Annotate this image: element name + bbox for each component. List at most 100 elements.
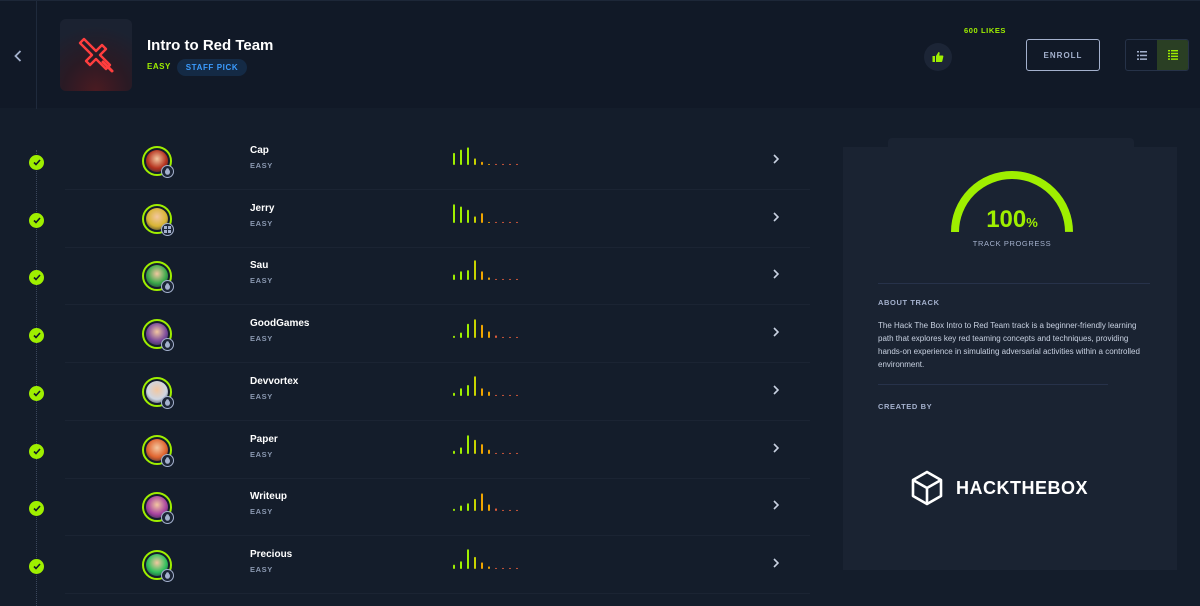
rating-bar (495, 394, 497, 396)
rating-bar (481, 493, 483, 512)
linux-os-icon (161, 568, 174, 582)
machine-row[interactable]: Sau EASY (0, 247, 810, 306)
rating-bar (488, 331, 490, 339)
completed-check-icon (29, 328, 44, 344)
chevron-right-icon[interactable] (771, 441, 781, 455)
rating-bar (460, 505, 462, 512)
machine-difficulty: EASY (250, 276, 273, 286)
machine-row[interactable]: Jerry EASY (0, 190, 810, 248)
hackthebox-logo[interactable]: HACKTHEBOX (910, 470, 1088, 506)
rating-bar (467, 434, 469, 454)
rating-bar (502, 163, 504, 165)
list-view-button[interactable] (1126, 40, 1157, 70)
machine-avatar (142, 549, 174, 582)
completed-check-icon (29, 501, 44, 517)
rating-bar (481, 212, 483, 223)
machine-name: Writeup (250, 491, 288, 503)
machine-avatar (142, 319, 174, 352)
likes-count: 600 LIKES (963, 26, 1007, 35)
rating-bar (516, 510, 518, 512)
completed-check-icon (29, 443, 44, 459)
machine-row[interactable]: GoodGames EASY (0, 305, 810, 364)
machine-name: Precious (250, 548, 293, 560)
rating-bar (453, 450, 455, 454)
rating-bar (460, 206, 462, 223)
rating-bar (481, 388, 483, 396)
machine-name: Paper (250, 433, 278, 445)
machine-row[interactable]: Paper EASY (0, 421, 810, 479)
rating-bar (474, 260, 476, 281)
rating-bar (516, 221, 518, 223)
rating-bar (502, 452, 504, 454)
track-progress-label: TRACK PROGRESS (972, 239, 1052, 248)
rating-bar (495, 452, 497, 454)
machine-row[interactable]: Precious EASY (0, 536, 810, 594)
machine-name: GoodGames (250, 318, 310, 330)
rating-bar (495, 163, 497, 165)
rating-bar (453, 335, 455, 339)
rating-bar (509, 510, 511, 512)
machine-row[interactable]: Devvortex EASY (0, 363, 810, 421)
rating-bar (474, 216, 476, 223)
staff-pick-badge: STAFF PICK (177, 59, 247, 76)
machine-row[interactable]: Writeup EASY (0, 478, 810, 537)
chevron-right-icon[interactable] (771, 498, 781, 512)
difficulty-rating-chart (453, 260, 518, 281)
machine-difficulty: EASY (250, 218, 273, 228)
rating-bar (516, 452, 518, 454)
back-column (0, 1, 37, 109)
chevron-right-icon[interactable] (771, 383, 781, 397)
thumbs-up-icon (932, 52, 944, 62)
rating-bar (488, 449, 490, 454)
divider (878, 283, 1150, 284)
windows-os-icon (161, 222, 174, 236)
rating-bar (495, 567, 497, 569)
enroll-button[interactable]: ENROLL (1026, 39, 1100, 71)
rating-bar (460, 149, 462, 165)
rating-bar (509, 163, 511, 165)
machine-difficulty: EASY (250, 161, 273, 170)
rating-bar (488, 504, 490, 512)
chevron-right-icon[interactable] (771, 556, 781, 570)
linux-os-icon (161, 395, 174, 409)
rating-bar (502, 221, 504, 223)
completed-check-icon (29, 155, 44, 170)
created-by-heading: CREATED BY (878, 402, 933, 411)
rating-bar (502, 394, 504, 396)
rating-bar (467, 384, 469, 396)
like-button[interactable] (924, 43, 952, 71)
detailed-list-view-button[interactable] (1157, 40, 1188, 70)
machine-difficulty: EASY (250, 391, 273, 401)
completed-check-icon (29, 212, 44, 228)
machine-difficulty: EASY (250, 564, 273, 574)
rating-bar (516, 163, 518, 165)
rating-bar (495, 508, 497, 512)
rating-bar (460, 561, 462, 569)
view-toggle (1125, 39, 1189, 71)
chevron-right-icon[interactable] (771, 152, 781, 166)
rating-bar (495, 221, 497, 223)
rating-bar (453, 274, 455, 281)
about-track-heading: ABOUT TRACK (878, 298, 940, 307)
back-arrow-icon[interactable] (9, 47, 27, 65)
machine-avatar (142, 376, 174, 409)
linux-os-icon (161, 338, 174, 352)
chevron-right-icon[interactable] (771, 267, 781, 281)
rating-bar (460, 388, 462, 396)
chevron-right-icon[interactable] (771, 325, 781, 339)
completed-check-icon (29, 558, 44, 574)
machine-difficulty: EASY (250, 334, 273, 344)
rating-bar (474, 499, 476, 512)
linux-os-icon (161, 453, 174, 467)
rating-bar (502, 279, 504, 281)
rating-bar (516, 279, 518, 281)
machine-row[interactable]: Cap EASY (0, 132, 810, 190)
machine-name: Sau (250, 260, 269, 272)
rating-bar (460, 332, 462, 339)
rating-bar (467, 209, 469, 223)
chevron-right-icon[interactable] (771, 210, 781, 224)
about-track-text: The Hack The Box Intro to Red Team track… (878, 321, 1140, 369)
rating-bar (481, 324, 483, 339)
rating-bar (488, 277, 490, 281)
rating-bar (453, 392, 455, 396)
